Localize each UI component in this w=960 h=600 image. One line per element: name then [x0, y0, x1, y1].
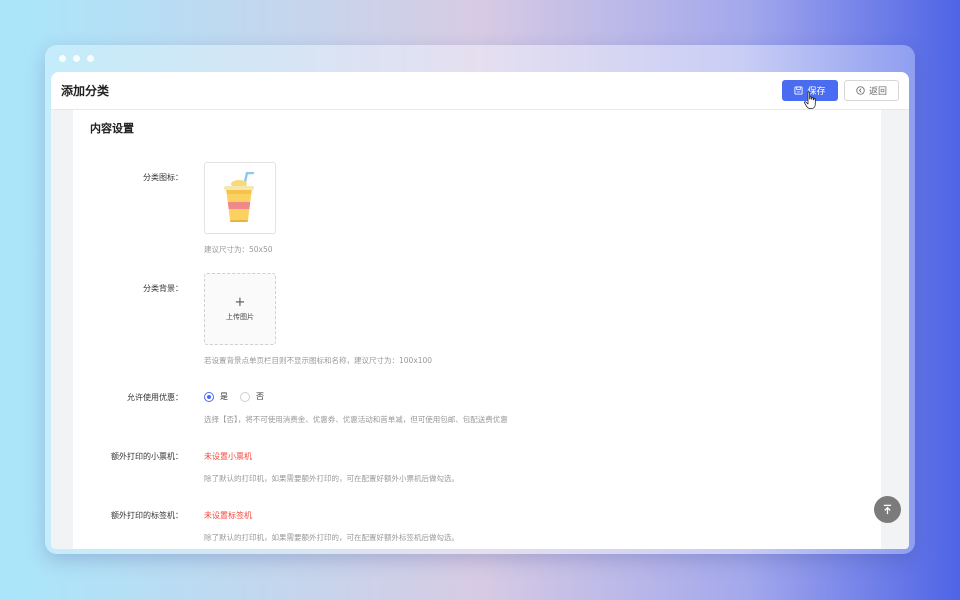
allow-discount-label: 允许使用优惠：: [127, 393, 183, 402]
category-icon-hint: 建议尺寸为：50x50: [204, 245, 273, 254]
radio-option-no[interactable]: 否: [240, 391, 264, 402]
back-button[interactable]: 返回: [844, 80, 899, 101]
back-to-top-button[interactable]: [874, 496, 901, 523]
header-actions: 保存 返回: [782, 80, 899, 101]
circle-back-icon: [856, 86, 865, 95]
radio-unchecked-icon[interactable]: [240, 391, 250, 402]
plus-icon: +: [234, 294, 246, 310]
window-dot-icon[interactable]: [59, 55, 66, 62]
window-dot-icon[interactable]: [73, 55, 80, 62]
radio-option-yes[interactable]: 是: [204, 391, 228, 402]
section-title: 内容设置: [90, 122, 134, 135]
back-to-top-icon: [883, 504, 892, 515]
browser-window: 添加分类 保存 返回 内容设置 分类图标： 建议尺寸为：50x50 分类背景： …: [45, 45, 915, 554]
radio-option-yes-label: 是: [220, 392, 228, 401]
upload-image-label: 上传图片: [226, 312, 254, 321]
radio-checked-icon[interactable]: [204, 391, 214, 402]
page-title: 添加分类: [61, 84, 110, 98]
set-receipt-printer-link[interactable]: 未设置小票机: [204, 451, 252, 462]
allow-discount-radio-group: 是 否: [204, 391, 270, 402]
allow-discount-hint: 选择【否】，将不可使用消费金、优惠券、优惠活动和首单减，但可使用包邮、包配送费优…: [204, 415, 508, 424]
label-printer-label: 额外打印的标签机：: [111, 511, 183, 520]
label-printer-hint: 除了默认的打印机，如果需要额外打印的，可在配置好额外标签机后做勾选。: [204, 533, 459, 542]
back-button-label: 返回: [868, 87, 887, 97]
category-icon-preview[interactable]: [204, 162, 276, 234]
app-container: 添加分类 保存 返回 内容设置 分类图标： 建议尺寸为：50x50 分类背景： …: [51, 72, 909, 549]
receipt-printer-label: 额外打印的小票机：: [111, 452, 183, 461]
radio-option-no-label: 否: [256, 392, 264, 401]
hand-cursor-icon: [803, 91, 816, 109]
window-controls: [59, 55, 94, 62]
upload-image-button[interactable]: + 上传图片: [204, 273, 276, 345]
receipt-printer-hint: 除了默认的打印机，如果需要额外打印的，可在配置好额外小票机后做勾选。: [204, 474, 459, 483]
page-header: 添加分类 保存 返回: [51, 72, 909, 110]
set-label-printer-link[interactable]: 未设置标签机: [204, 510, 252, 521]
category-background-hint: 若设置背景点单页栏目则不显示图标和名称，建议尺寸为：100x100: [204, 356, 433, 365]
content-card: 内容设置 分类图标： 建议尺寸为：50x50 分类背景： + 上传图片 若设置背…: [73, 110, 901, 549]
drink-cup-icon: [224, 172, 255, 222]
category-background-label: 分类背景：: [143, 284, 183, 293]
window-dot-icon[interactable]: [87, 55, 94, 62]
category-icon-label: 分类图标：: [143, 173, 183, 182]
